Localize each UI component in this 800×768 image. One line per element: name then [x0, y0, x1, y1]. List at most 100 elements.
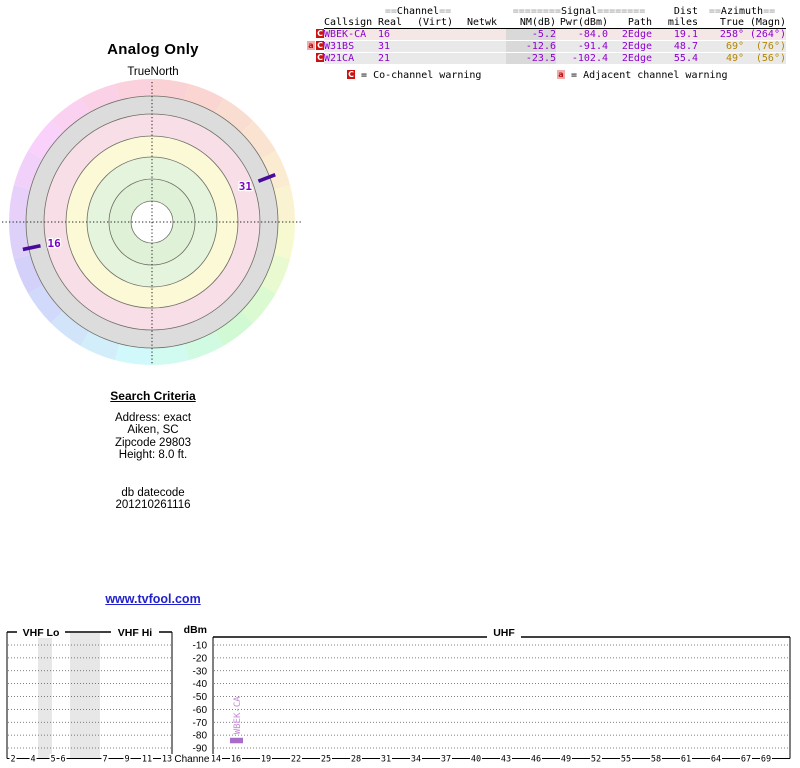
- channel-tick-label: 13: [162, 755, 172, 765]
- channel-tick-label: 49: [561, 755, 571, 765]
- channel-tick-label: 64: [711, 755, 721, 765]
- warning-cell: aC: [306, 40, 324, 53]
- co-channel-warning-icon: C: [316, 28, 324, 38]
- cell-pwr: -84.0: [556, 28, 608, 41]
- warning-cell: C: [306, 28, 324, 41]
- cell-callsign: W21CA: [324, 52, 378, 65]
- cell-magn: (264°): [744, 28, 786, 41]
- cell-miles: 48.7: [652, 40, 698, 53]
- co-channel-warning-icon: C: [347, 70, 355, 79]
- channel-tick-label: 34: [411, 755, 421, 765]
- channel-tick-label: 25: [321, 755, 331, 765]
- channel-tick-label: 58: [651, 755, 661, 765]
- dbm-tick-label: -40: [193, 679, 208, 690]
- dbm-tick-label: -80: [193, 731, 208, 742]
- cell-real: 16: [378, 28, 412, 41]
- dbm-tick-label: -70: [193, 718, 208, 729]
- non-tv-spectrum-band: [38, 633, 52, 759]
- channel-tick-label: 19: [261, 755, 271, 765]
- channel-tick-label: 7: [102, 755, 107, 765]
- signal-group-header: ========Signal========: [512, 6, 646, 17]
- cell-true: 49°: [698, 52, 744, 65]
- uhf-label: UHF: [493, 627, 515, 639]
- cell-miles: 19.1: [652, 28, 698, 41]
- channel-tick-label: 37: [441, 755, 451, 765]
- channel-tick-label: 67: [741, 755, 751, 765]
- cell-pwr: -91.4: [556, 40, 608, 53]
- channel-tick-label: 40: [471, 755, 481, 765]
- signal-bar-callsign-label: WBEK-CA: [233, 696, 243, 735]
- cell-real: 31: [378, 40, 412, 53]
- channel-tick-label: 52: [591, 755, 601, 765]
- vhf-hi-label: VHF Hi: [118, 627, 153, 639]
- col-miles: miles: [652, 17, 698, 29]
- cell-pwr: -102.4: [556, 52, 608, 65]
- cell-path: 2Edge: [608, 28, 652, 41]
- dbm-axis-label: dBm: [184, 624, 207, 636]
- co-channel-warning-icon: C: [316, 41, 324, 50]
- dbm-tick-label: -20: [193, 653, 208, 664]
- col-path: Path: [608, 17, 652, 29]
- col-virt: (Virt): [412, 17, 458, 29]
- col-nm: NM(dB): [506, 17, 556, 29]
- station-tick-label: 16: [48, 237, 62, 250]
- channel-tick-label: 9: [124, 755, 129, 765]
- tvfool-link[interactable]: www.tvfool.com: [105, 592, 200, 606]
- channel-signal-chart: -10-20 -30 -40 -50 -60 -70 -80 -90 VHF Lo VHF Hi U…: [6, 624, 791, 765]
- text-line: Zipcode 29803: [114, 436, 192, 449]
- azimuth-group-header: ==Azimuth==: [708, 6, 776, 17]
- channel-axis-label: Channel: [174, 754, 211, 765]
- adjacent-channel-legend: a = Adjacent channel warning: [557, 70, 728, 81]
- tvfool-report: Analog Only TrueNorth N 3116 ==Channel==…: [0, 0, 800, 768]
- cell-netwk: [458, 52, 506, 65]
- text-line: Aiken, SC: [127, 424, 179, 437]
- cell-callsign: W31BS: [324, 40, 378, 53]
- station-table: ==Channel== ========Signal======== Dist …: [306, 6, 786, 65]
- channel-tick-label: 2: [10, 755, 15, 765]
- warning-legend: C = Co-channel warning a = Adjacent chan…: [306, 70, 796, 84]
- cell-nm: -12.6: [506, 40, 556, 53]
- channel-tick-label: 43: [501, 755, 511, 765]
- cell-virt: [412, 40, 458, 53]
- adjacent-channel-warning-icon: a: [557, 70, 565, 79]
- dbm-tick-label: -50: [193, 692, 208, 703]
- channel-tick-label: 69: [761, 755, 771, 765]
- channel-tick-label: 22: [291, 755, 301, 765]
- col-callsign: Callsign: [324, 17, 378, 29]
- cell-magn: (56°): [744, 52, 786, 65]
- channel-tick-label: 55: [621, 755, 631, 765]
- dbm-tick-label: -10: [193, 641, 208, 652]
- cell-true: 69°: [698, 40, 744, 53]
- table-group-header-row: ==Channel== ========Signal======== Dist …: [306, 6, 786, 17]
- cell-miles: 55.4: [652, 52, 698, 65]
- channel-tick-label: 46: [531, 755, 541, 765]
- search-criteria-lines: Address: exact Aiken, SC Zipcode 29803 Heig…: [0, 412, 306, 462]
- col-netwk: Netwk: [458, 17, 506, 29]
- channel-tick-label: 14: [211, 755, 221, 765]
- search-criteria-title: Search Criteria: [110, 389, 196, 403]
- cell-path: 2Edge: [608, 52, 652, 65]
- text-line: 201210261116: [115, 499, 191, 512]
- table-row: C W21CA 21 -23.5 -102.4 2Edge 55.4 49° (56°): [306, 52, 786, 65]
- table-row: a C W31BS 31 -12.6 -91.4 2Edge 48.7 69° (76°): [306, 40, 786, 53]
- table-column-header-row: Callsign Real (Virt) Netwk NM(dB) Pwr(dB…: [306, 17, 786, 29]
- cell-virt: [412, 28, 458, 41]
- col-real: Real: [378, 17, 412, 29]
- cell-real: 21: [378, 52, 412, 65]
- cell-virt: [412, 52, 458, 65]
- site-link-wrap: www.tvfool.com: [0, 590, 306, 608]
- cell-true: 258°: [698, 28, 744, 41]
- channel-tick-label: 16: [231, 755, 241, 765]
- dbm-tick-label: -60: [193, 705, 208, 716]
- dist-group-header: Dist: [673, 6, 698, 17]
- station-tick-label: 31: [239, 180, 253, 193]
- co-channel-warning-icon: C: [316, 53, 324, 62]
- col-true: True: [698, 17, 744, 29]
- cell-nm: -23.5: [506, 52, 556, 65]
- co-channel-legend: C = Co-channel warning: [347, 70, 482, 81]
- cell-nm: -5.2: [506, 28, 556, 41]
- cell-path: 2Edge: [608, 40, 652, 53]
- channel-tick-label: 31: [381, 755, 391, 765]
- col-pwr: Pwr(dBm): [556, 17, 608, 29]
- signal-bar: [230, 737, 243, 744]
